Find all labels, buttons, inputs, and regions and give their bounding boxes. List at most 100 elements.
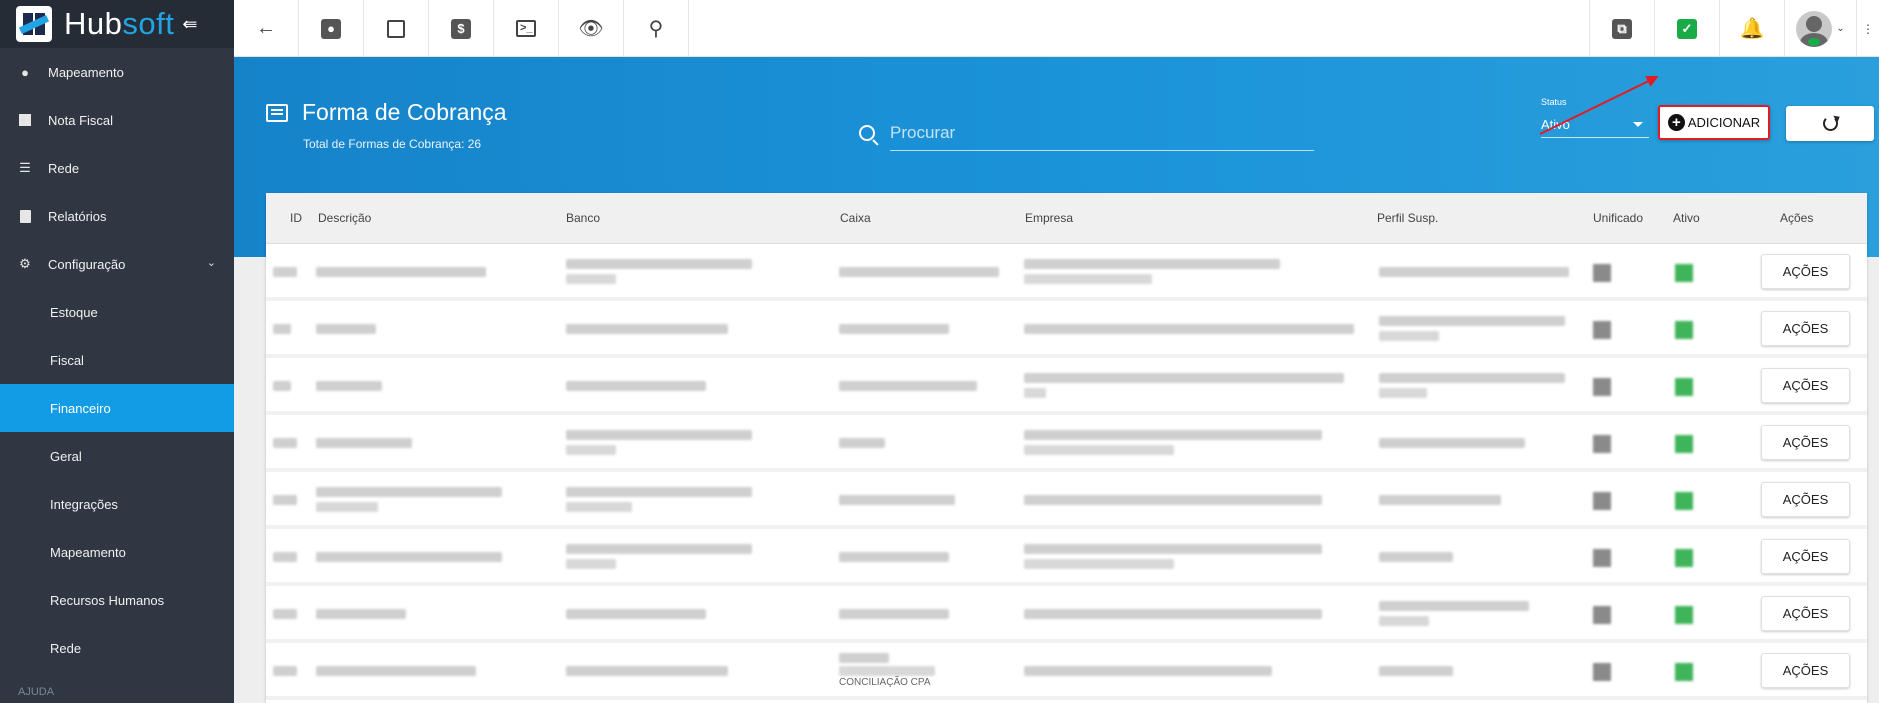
table-row[interactable]: AÇÕES (266, 472, 1867, 529)
redacted-caixa (839, 552, 949, 562)
sidebar-subitem-rede[interactable]: Rede (0, 624, 234, 672)
row-actions-button[interactable]: AÇÕES (1761, 425, 1850, 460)
redacted-empresa (1024, 666, 1272, 676)
table-row[interactable]: CONCILIAÇÃO CPA AÇÕES (266, 643, 1867, 700)
unified-flag (1593, 492, 1611, 510)
redacted-caixa (839, 324, 949, 334)
server-icon: ☰ (19, 160, 31, 175)
redacted-id (273, 552, 297, 562)
table-row[interactable]: AÇÕES (266, 415, 1867, 472)
row-actions-button[interactable]: AÇÕES (1761, 311, 1850, 346)
column-header-empresa[interactable]: Empresa (1025, 211, 1073, 225)
sidebar-item-nota-fiscal[interactable]: Nota Fiscal (0, 96, 234, 144)
sidebar-item-mapeamento[interactable]: ● Mapeamento (0, 48, 234, 96)
redacted-banco (566, 666, 728, 676)
cards-icon (266, 103, 288, 122)
column-header-perfil-susp[interactable]: Perfil Susp. (1377, 211, 1438, 225)
sidebar-subitem-integracoes[interactable]: Integrações (0, 480, 234, 528)
redacted-descricao (316, 666, 476, 676)
brand-bar: Hubsoft ⇚ (0, 0, 234, 48)
apps-button[interactable]: ⋮ (1856, 0, 1879, 57)
redacted-banco (566, 445, 616, 455)
redacted-descricao (316, 324, 376, 334)
sidebar-item-rede[interactable]: ☰ Rede (0, 144, 234, 192)
user-menu-button[interactable]: ⌄ (1784, 0, 1856, 57)
unified-flag (1593, 549, 1611, 567)
sidebar-subitem-label: Recursos Humanos (50, 592, 165, 608)
active-flag (1675, 549, 1693, 567)
redacted-perfil (1379, 601, 1529, 611)
calendar-clock-icon (387, 19, 405, 38)
redacted-empresa (1024, 445, 1174, 455)
active-flag (1675, 435, 1693, 453)
redacted-banco (566, 559, 616, 569)
sidebar-subitem-label: Integrações (50, 496, 118, 512)
notifications-button[interactable]: 🔔 (1719, 0, 1784, 57)
sidebar-subitem-financeiro[interactable]: Financeiro (0, 384, 234, 432)
search-input[interactable] (890, 115, 1314, 151)
user-avatar-icon (1796, 10, 1833, 47)
collapse-menu-icon[interactable]: ⇚ (182, 14, 197, 35)
redacted-banco (566, 487, 752, 497)
view-button[interactable]: 👁 (559, 0, 624, 57)
add-button[interactable]: + ADICIONAR (1658, 105, 1770, 140)
redacted-empresa (1024, 324, 1354, 334)
redacted-caixa (839, 267, 999, 277)
sidebar-section-ajuda: AJUDA (18, 686, 55, 698)
redacted-banco (566, 502, 632, 512)
column-header-unificado[interactable]: Unificado (1593, 211, 1643, 225)
page-title-row: Forma de Cobrança (266, 99, 507, 126)
column-header-ativo[interactable]: Ativo (1673, 211, 1700, 225)
contacts-button[interactable]: ● (299, 0, 364, 57)
row-actions-button[interactable]: AÇÕES (1761, 482, 1850, 517)
row-actions-button[interactable]: AÇÕES (1761, 254, 1850, 289)
refresh-button[interactable] (1786, 106, 1874, 141)
redacted-perfil (1379, 267, 1569, 277)
back-button[interactable]: ← (234, 0, 299, 57)
sidebar-subitem-recursos-humanos[interactable]: Recursos Humanos (0, 576, 234, 624)
status-filter: Status Ativo (1541, 97, 1649, 138)
column-header-banco[interactable]: Banco (566, 211, 600, 225)
redacted-perfil (1379, 552, 1453, 562)
finance-button[interactable]: $ (429, 0, 494, 57)
terminal-button[interactable]: >_ (494, 0, 559, 57)
redacted-banco (566, 324, 728, 334)
search-area (859, 87, 1314, 151)
table-row[interactable]: AÇÕES (266, 529, 1867, 586)
row-actions-button[interactable]: AÇÕES (1761, 368, 1850, 403)
schedule-button[interactable] (364, 0, 429, 57)
pdf-button[interactable]: ⧉ (1589, 0, 1654, 57)
row-actions-button[interactable]: AÇÕES (1761, 596, 1850, 631)
page-title: Forma de Cobrança (302, 99, 507, 125)
sidebar-item-relatorios[interactable]: Relatórios (0, 192, 234, 240)
sidebar-subitem-geral[interactable]: Geral (0, 432, 234, 480)
redacted-id (273, 324, 291, 334)
sidebar-item-configuracao[interactable]: ⚙ Configuração ⌄ (0, 240, 234, 288)
column-header-id[interactable]: ID (290, 211, 302, 225)
hubsoft-logo[interactable] (16, 6, 52, 42)
table-row[interactable]: AÇÕES (266, 244, 1867, 301)
redacted-banco (566, 609, 706, 619)
table-row[interactable]: AÇÕES (266, 586, 1867, 643)
sidebar-item-label: Mapeamento (48, 64, 124, 80)
sidebar-menu: ● Mapeamento Nota Fiscal ☰ Rede Relatóri… (0, 48, 234, 672)
brand-name: Hubsoft (64, 6, 174, 42)
row-actions-button[interactable]: AÇÕES (1761, 653, 1850, 688)
row-actions-button[interactable]: AÇÕES (1761, 539, 1850, 574)
table-row[interactable]: AÇÕES (266, 358, 1867, 415)
sidebar-subitem-estoque[interactable]: Estoque (0, 288, 234, 336)
table-row[interactable]: AÇÕES (266, 301, 1867, 358)
unified-flag (1593, 378, 1611, 396)
redacted-caixa (839, 653, 889, 663)
column-header-descricao[interactable]: Descrição (318, 211, 371, 225)
unified-flag (1593, 435, 1611, 453)
sidebar-subitem-fiscal[interactable]: Fiscal (0, 336, 234, 384)
tasks-button[interactable]: ✓ (1654, 0, 1719, 57)
active-flag (1675, 264, 1693, 282)
column-header-caixa[interactable]: Caixa (840, 211, 871, 225)
global-search-button[interactable]: ⚲ (624, 0, 689, 57)
chevron-down-icon: ⌄ (206, 257, 216, 269)
redacted-perfil (1379, 388, 1427, 398)
sidebar-subitem-mapeamento[interactable]: Mapeamento (0, 528, 234, 576)
contact-icon: ● (321, 18, 341, 39)
